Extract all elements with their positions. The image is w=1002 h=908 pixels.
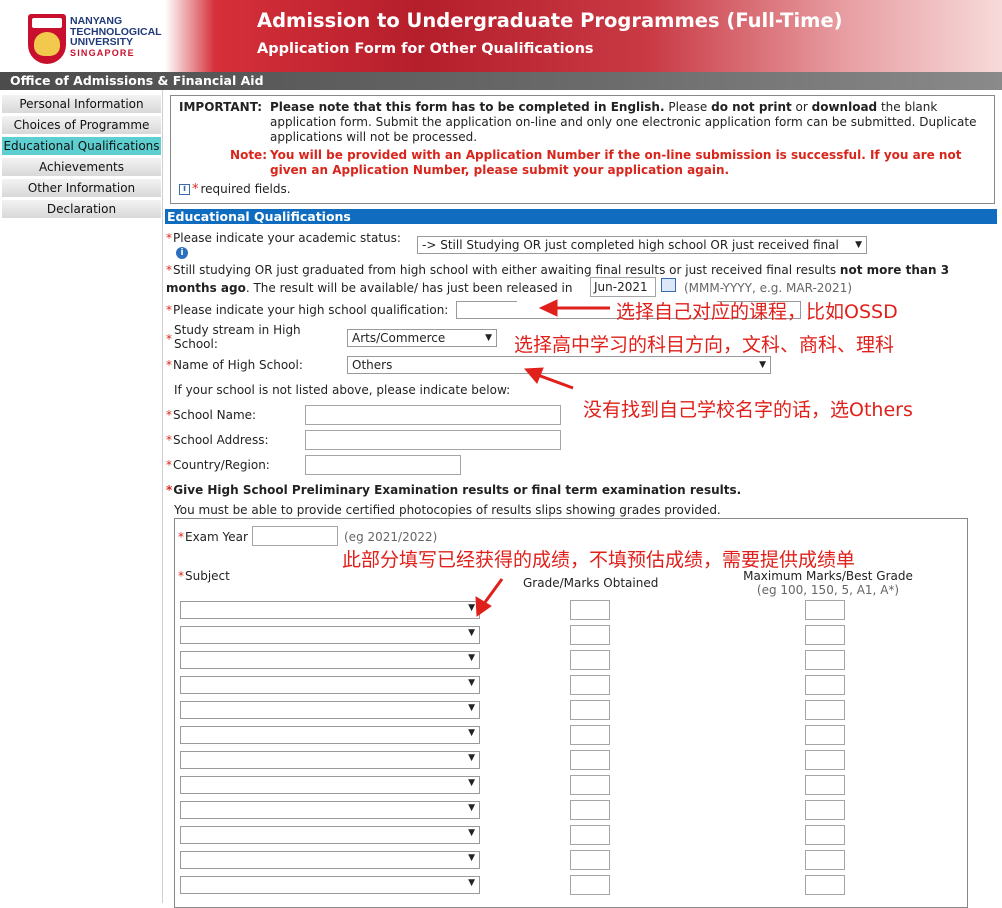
sidebar-item-choices-of-programme[interactable]: Choices of Programme [2,116,161,134]
main-content: IMPORTANT: Please note that this form ha… [165,90,1002,908]
sidebar-item-achievements[interactable]: Achievements [2,158,161,176]
arrowhead-results [475,596,492,617]
sidebar-item-declaration[interactable]: Declaration [2,200,161,218]
sidebar: Personal Information Choices of Programm… [0,90,163,903]
office-bar: Office of Admissions & Financial Aid [0,72,1002,90]
arrowhead-qualification [538,299,558,317]
page-title: Admission to Undergraduate Programmes (F… [257,9,843,32]
page-header: NANYANG TECHNOLOGICAL UNIVERSITY SINGAPO… [0,0,1002,72]
ntu-logo: NANYANG TECHNOLOGICAL UNIVERSITY SINGAPO… [28,14,168,70]
annotation-arrows [475,299,610,617]
page-subtitle: Application Form for Other Qualification… [257,41,594,57]
sidebar-item-educational-qualifications[interactable]: Educational Qualifications [2,137,161,155]
logo-text: NANYANG TECHNOLOGICAL UNIVERSITY SINGAPO… [70,15,162,58]
sidebar-item-other-information[interactable]: Other Information [2,179,161,197]
sidebar-item-personal-information[interactable]: Personal Information [2,95,161,113]
ntu-crest-icon [28,14,66,64]
arrow-results [481,578,504,606]
arrowhead-school [523,367,544,384]
arrow-school [534,372,574,390]
